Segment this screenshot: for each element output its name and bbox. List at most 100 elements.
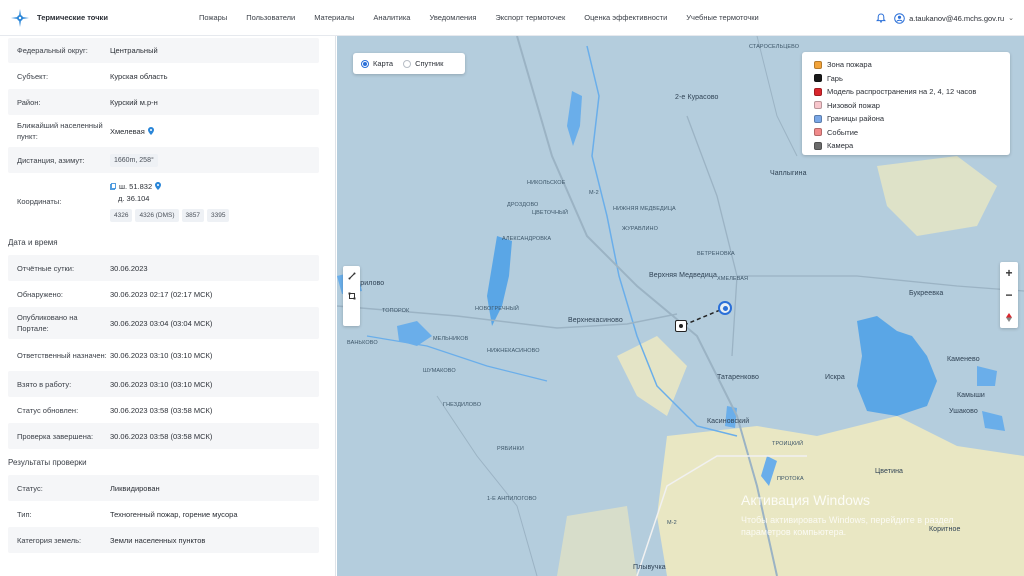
windows-activation-text: Чтобы активировать Windows, перейдите в … [741,514,954,538]
map-label: Журавлино [622,226,658,232]
windows-activation-line: параметров компьютера. [741,527,847,537]
map-label: 1-е Анпилогово [487,496,537,502]
nav-export[interactable]: Экспорт термоточек [495,13,565,22]
longitude: д. 36.104 [118,193,150,203]
legend-item[interactable]: Низовой пожар [814,99,1010,113]
nav-notifications[interactable]: Уведомления [429,13,476,22]
layer-option-label: Спутник [415,59,444,68]
coord-format-chip[interactable]: 3395 [206,208,230,222]
map-label: 2-е Курасово [675,94,719,101]
detail-label: Федеральный округ: [17,46,88,55]
zoom-out-button[interactable]: − [1000,284,1018,306]
detail-value: 30.06.2023 03:58 (03:58 МСК) [110,431,213,441]
detail-label: Опубликовано на Портале: [17,313,78,333]
map-label: Верхнекасиново [568,317,623,324]
app-logo-icon[interactable] [10,8,30,28]
coord-format-chip[interactable]: 4326 [110,208,133,222]
user-email[interactable]: a.taukanov@46.mchs.gov.ru [909,14,1004,23]
map-label: Старосельцево [749,44,800,50]
coord-format-chip[interactable]: 4326 (DMS) [135,208,179,222]
layer-option-map[interactable]: Карта [361,59,393,68]
detail-value: Курская область [110,71,168,81]
legend-item[interactable]: Камера [814,139,1010,153]
windows-activation-line: Чтобы активировать Windows, перейдите в … [741,515,954,525]
datetime-row: Обнаружено: 30.06.2023 02:17 (02:17 МСК) [8,281,319,307]
layer-option-satellite[interactable]: Спутник [403,59,443,68]
camera-marker[interactable] [675,320,687,332]
result-row: Статус: Ликвидирован [8,475,319,501]
map-label: Цветочный [532,210,569,216]
detail-value: Хмелевая [110,126,154,137]
legend-label: Гарь [827,73,843,83]
map-label: Троицкий [772,441,804,447]
nav-analytics[interactable]: Аналитика [373,13,410,22]
draw-polygon-icon[interactable] [343,286,360,306]
datetime-row: Проверка завершена: 30.06.2023 03:58 (03… [8,423,319,449]
detail-label: Ближайший населенный пункт: [17,121,103,141]
tool-slot [343,306,360,326]
map-label: Чаплыгина [770,170,807,177]
detail-value: 30.06.2023 03:58 (03:58 МСК) [110,405,213,415]
map-label: Шумаково [423,368,456,374]
copy-icon[interactable] [110,182,116,190]
zoom-in-button[interactable]: + [1000,262,1018,284]
legend-item[interactable]: Событие [814,126,1010,140]
detail-label: Координаты: [17,196,62,206]
map-label: Дроздово [507,202,539,208]
detail-value: Центральный [110,46,158,55]
nav-fires[interactable]: Пожары [199,13,227,22]
map-label: Протока [777,476,804,482]
map-label: Татаренково [717,374,760,381]
map-label: Цветина [875,468,904,475]
compass-icon[interactable] [1000,306,1018,328]
detail-value: 1660m, 258° [110,153,161,167]
map-pin-icon[interactable] [147,126,154,135]
map-label: Никольское [527,180,566,186]
legend-item[interactable]: Зона пожара [814,58,1010,72]
datetime-row: Взято в работу: 30.06.2023 03:10 (03:10 … [8,371,319,397]
legend-item[interactable]: Модель распространения на 2, 4, 12 часов [814,85,1010,99]
legend-swatch [814,87,822,96]
coord-format-chip[interactable]: 3857 [181,208,204,222]
map-layer-switch: Карта Спутник [353,53,465,74]
legend-item[interactable]: Границы района [814,112,1010,126]
legend-swatch [814,114,822,123]
detail-label: Субъект: [17,71,49,81]
map-view[interactable]: Верхняя Медведица Верхнекасиново Татарен… [337,36,1024,576]
legend-label: Границы района [827,114,885,124]
nav-materials[interactable]: Материалы [314,13,354,22]
map-pin-icon[interactable] [155,181,162,190]
map-label: Нижнекасиново [487,348,540,354]
detail-value: 30.06.2023 03:10 (03:10 МСК) [110,379,213,389]
map-label: Верхняя Медведица [649,272,717,279]
user-avatar-icon[interactable] [894,12,905,24]
nav-training[interactable]: Учебные термоточки [686,13,758,22]
bell-icon[interactable] [876,13,887,23]
detail-label: Дистанция, азимут: [17,155,85,165]
radio-selected-icon [361,59,369,68]
detail-value: 30.06.2023 [110,263,148,273]
fire-point-marker[interactable] [718,301,732,315]
draw-line-icon[interactable] [343,266,360,286]
map-label: Топорок [382,308,410,314]
map-label: Нижняя Медведица [613,206,676,212]
fire-details-panel: Федеральный округ: Центральный Субъект: … [0,36,336,576]
legend-item[interactable]: Гарь [814,72,1010,86]
datetime-row: Ответственный назначен: 30.06.2023 03:10… [8,339,319,371]
detail-label: Статус: [17,483,43,493]
chevron-down-icon[interactable]: ⌄ [1008,14,1014,22]
section-title-datetime: Дата и время [8,237,58,247]
map-label: Ветреновка [697,251,735,257]
nav-users[interactable]: Пользователи [246,13,295,22]
map-label: М-2 [667,520,677,526]
nav-efficiency[interactable]: Оценка эффективности [584,13,667,22]
legend-swatch [814,141,822,150]
latitude: ш. 51.832 [119,181,153,191]
detail-label: Взято в работу: [17,379,72,389]
detail-row-distance: Дистанция, азимут: 1660m, 258° [8,147,319,173]
map-label: Камыши [957,392,985,399]
detail-value: 30.06.2023 02:17 (02:17 МСК) [110,289,213,299]
detail-value: 30.06.2023 03:04 (03:04 МСК) [110,318,213,328]
datetime-row: Отчётные сутки: 30.06.2023 [8,255,319,281]
coordinates-block: ш. 51.832 д. 36.104 4326 4326 (DMS) 3857 33… [110,181,232,222]
